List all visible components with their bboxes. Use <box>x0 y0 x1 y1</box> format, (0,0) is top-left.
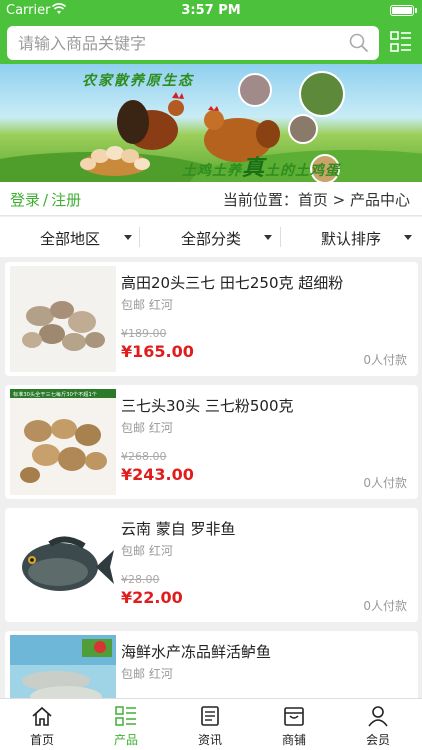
divider <box>139 227 140 247</box>
filter-sort[interactable]: 默认排序 <box>282 217 422 257</box>
original-price: ¥28.00 <box>121 573 160 586</box>
product-title[interactable]: 海鲜水产冻品鲜活鲈鱼 <box>121 641 271 662</box>
news-icon <box>201 706 219 726</box>
tab-member[interactable]: 会员 <box>336 699 420 750</box>
seabass-fish-image <box>10 635 116 698</box>
paid-count: 0人付款 <box>363 476 407 490</box>
product-image[interactable] <box>10 635 116 698</box>
product-meta: 包邮 红河 <box>121 298 173 312</box>
product-card[interactable]: 云南 蒙自 罗非鱼 包邮 红河 ¥28.00 ¥22.00 0人付款 <box>5 508 418 622</box>
tab-member-label: 会员 <box>365 733 390 747</box>
divider <box>280 227 281 247</box>
tilapia-fish-image <box>10 512 116 618</box>
product-title[interactable]: 云南 蒙自 罗非鱼 <box>121 518 236 539</box>
top-header: Carrier 3:57 PM <box>0 0 422 64</box>
home-icon <box>32 706 52 726</box>
sanqi-root-image <box>10 266 116 372</box>
product-meta: 包邮 红河 <box>121 544 173 558</box>
product-list[interactable]: 高田20头三七 田七250克 超细粉 包邮 红河 ¥189.00 ¥165.00… <box>0 262 422 698</box>
status-bar: Carrier 3:57 PM <box>0 0 422 22</box>
auth-separator: / <box>43 191 49 209</box>
tab-news[interactable]: 资讯 <box>168 699 252 750</box>
paid-count: 0人付款 <box>363 599 407 613</box>
chevron-down-icon <box>124 235 132 240</box>
search-icon[interactable] <box>349 33 369 53</box>
search-box[interactable] <box>7 26 379 60</box>
auth-links: 登录 / 注册 <box>10 189 81 210</box>
breadcrumb-bar: 登录 / 注册 当前位置：首页 > 产品中心 <box>0 182 422 216</box>
product-meta: 包邮 红河 <box>121 667 173 681</box>
product-card[interactable]: 标准30头全干三七每斤30个不超1个 三七头30头 三七粉500克 包邮 红河 … <box>5 385 418 499</box>
grid-list-icon <box>115 706 136 726</box>
filter-category-label: 全部分类 <box>181 230 242 248</box>
paid-count: 0人付款 <box>363 353 407 367</box>
filter-region[interactable]: 全部地区 <box>0 217 140 257</box>
user-icon <box>368 706 388 727</box>
sale-price: ¥22.00 <box>121 588 183 607</box>
product-card[interactable]: 海鲜水产冻品鲜活鲈鱼 包邮 红河 <box>5 631 418 698</box>
product-image[interactable] <box>10 266 116 372</box>
tab-news-label: 资讯 <box>197 733 222 747</box>
tab-shop-label: 商铺 <box>281 733 306 747</box>
chevron-down-icon <box>264 235 272 240</box>
original-price: ¥189.00 <box>121 327 167 340</box>
filter-sort-label: 默认排序 <box>321 230 382 248</box>
sale-price: ¥165.00 <box>121 342 194 361</box>
banner-slogan-bottom: 土鸡土养真土的土鸡蛋 <box>182 156 341 181</box>
promo-banner[interactable]: 农家散养原生态 土鸡土养真土的土鸡蛋 <box>0 64 422 182</box>
tab-home-label: 首页 <box>29 733 54 747</box>
battery-icon <box>390 5 417 16</box>
tab-shop[interactable]: 商铺 <box>252 699 336 750</box>
sanqi-root-labeled-image: 标准30头全干三七每斤30个不超1个 <box>10 389 116 495</box>
bottom-tab-bar: 首页 产品 资讯 商铺 会员 <box>0 698 422 750</box>
category-menu-icon[interactable] <box>390 30 412 54</box>
tab-home[interactable]: 首页 <box>0 699 84 750</box>
sale-price: ¥243.00 <box>121 465 194 484</box>
login-link[interactable]: 登录 <box>10 191 40 209</box>
register-link[interactable]: 注册 <box>51 191 81 209</box>
product-title[interactable]: 三七头30头 三七粉500克 <box>121 395 294 416</box>
chevron-down-icon <box>404 235 412 240</box>
filter-category[interactable]: 全部分类 <box>141 217 281 257</box>
banner-slogan-top: 农家散养原生态 <box>82 73 194 89</box>
product-meta: 包邮 红河 <box>121 421 173 435</box>
shop-icon <box>284 707 304 726</box>
search-input[interactable] <box>7 26 337 60</box>
image-caption: 标准30头全干三七每斤30个不超1个 <box>13 390 98 398</box>
product-title[interactable]: 高田20头三七 田七250克 超细粉 <box>121 272 343 293</box>
product-image[interactable]: 标准30头全干三七每斤30个不超1个 <box>10 389 116 495</box>
product-card[interactable]: 高田20头三七 田七250克 超细粉 包邮 红河 ¥189.00 ¥165.00… <box>5 262 418 376</box>
tab-products[interactable]: 产品 <box>84 699 168 750</box>
breadcrumb: 当前位置：首页 > 产品中心 <box>222 191 410 209</box>
tab-products-label: 产品 <box>113 733 138 747</box>
filter-bar: 全部地区 全部分类 默认排序 <box>0 217 422 257</box>
clock: 3:57 PM <box>181 3 241 18</box>
filter-region-label: 全部地区 <box>40 230 101 248</box>
product-image[interactable] <box>10 512 116 618</box>
original-price: ¥268.00 <box>121 450 167 463</box>
